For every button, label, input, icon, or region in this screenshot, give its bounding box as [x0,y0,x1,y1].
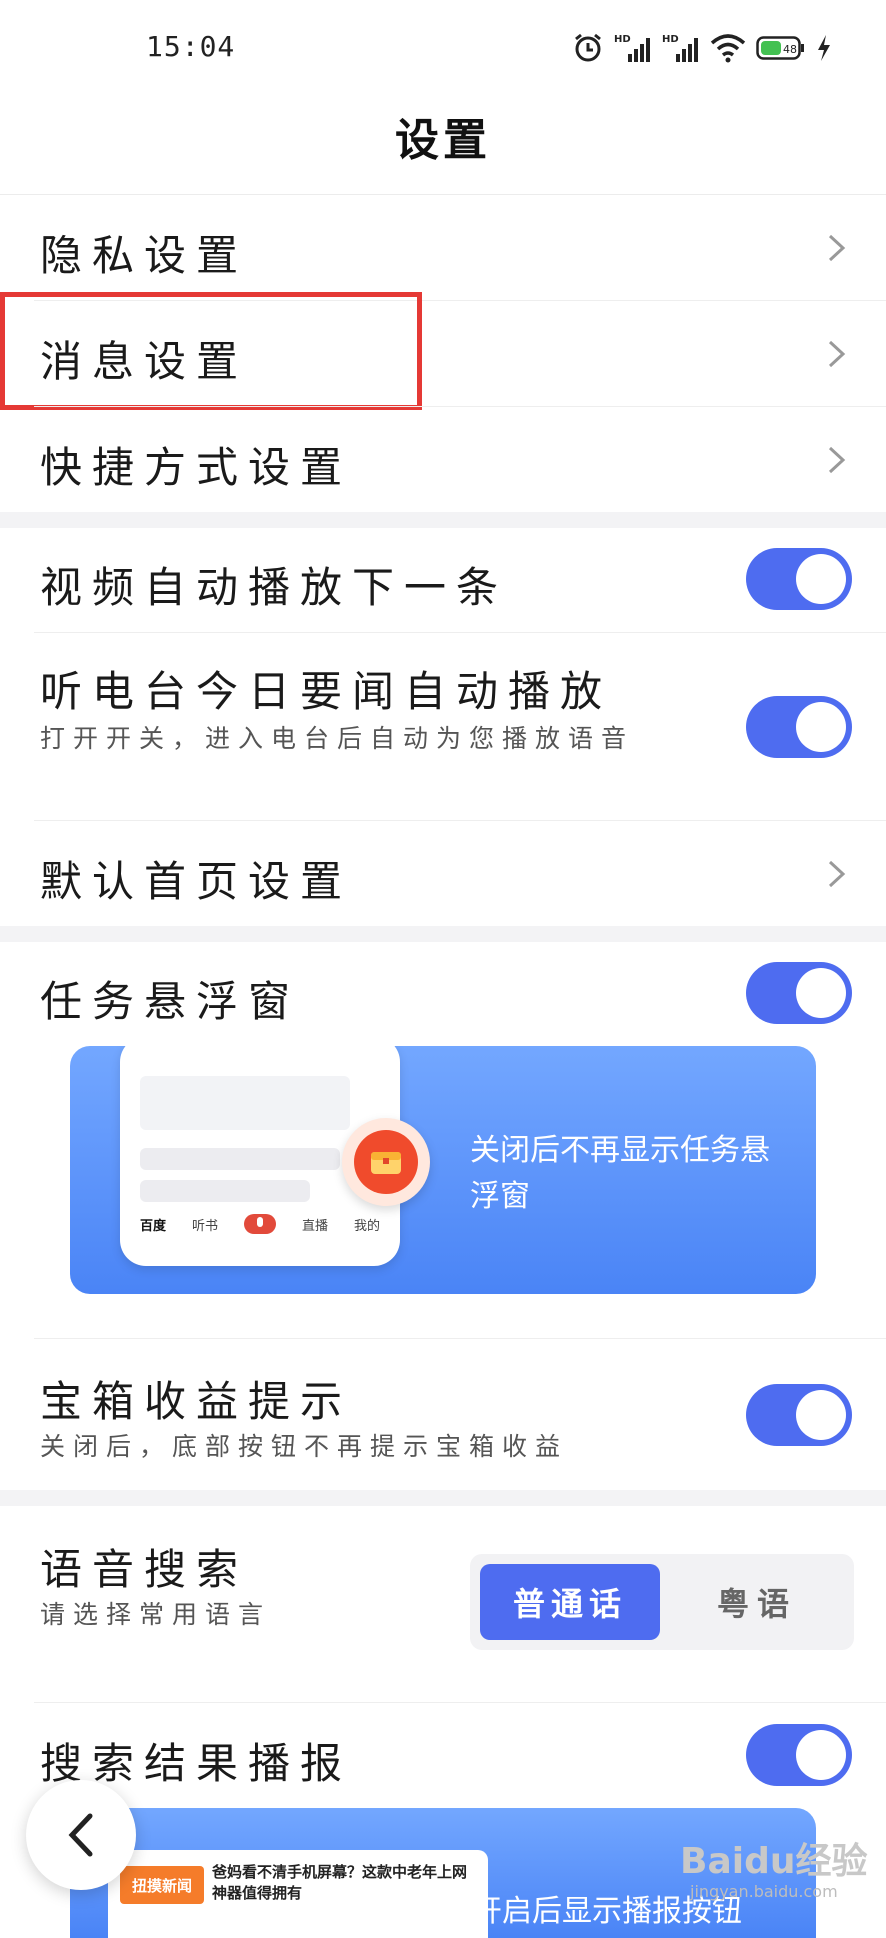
language-option-cantonese[interactable]: 粤语 [670,1564,844,1640]
news-card: 扭摸新闻 爸妈看不清手机屏幕？这款中老年上网神器值得拥有 [108,1850,488,1938]
chest-tip-toggle[interactable] [746,1384,852,1446]
section-gap [0,926,886,942]
shortcut-settings-label: 快捷方式设置 [40,443,353,492]
radio-autoplay-toggle[interactable] [746,696,852,758]
mockup-card [140,1076,350,1130]
voice-search-subtitle: 请选择常用语言 [40,1600,272,1629]
divider [34,406,886,407]
baidu-watermark-logo: Baidu经验 [680,1841,868,1882]
svg-text:HD: HD [614,34,631,45]
chevron-left-icon [68,1813,93,1857]
mockup-tab: 我的 [353,1218,380,1234]
chest-tip-subtitle: 关闭后，底部按钮不再提示宝箱收益 [40,1432,569,1461]
highlight-box [0,292,422,410]
divider [34,632,886,633]
chevron-right-icon [828,446,846,474]
task-float-toggle[interactable] [746,962,852,1024]
divider [34,1702,886,1703]
privacy-settings-row[interactable]: 隐私设置 [0,196,886,300]
chevron-right-icon [828,860,846,888]
voice-search-label: 语音搜索 [40,1545,249,1594]
language-option-mandarin[interactable]: 普通话 [480,1564,660,1640]
default-home-label: 默认首页设置 [40,857,353,906]
divider [34,820,886,821]
wifi-icon [710,34,746,63]
search-broadcast-row: 搜索结果播报 [0,1704,886,1808]
back-button[interactable] [26,1780,136,1890]
hd-signal-icon: HD [662,34,698,62]
mockup-tabbar: 百度 听书 直播 我的 [140,1214,380,1234]
mockup-tab: 听书 [192,1218,219,1234]
task-float-banner: 百度 听书 直播 我的 关闭后不再显示任务悬浮窗 [70,1046,816,1294]
chest-tip-row: 宝箱收益提示 关闭后，底部按钮不再提示宝箱收益 [0,1340,886,1490]
task-float-banner-text: 关闭后不再显示任务悬浮窗 [470,1133,770,1214]
news-tag: 扭摸新闻 [120,1866,204,1904]
section-gap [0,512,886,528]
alarm-icon [575,33,601,62]
status-time: 15:04 [146,30,236,63]
mockup-bar [140,1180,310,1202]
battery-icon: 48 [756,36,804,60]
task-float-row: 任务悬浮窗 [0,942,886,1046]
default-home-row[interactable]: 默认首页设置 [0,822,886,926]
charging-icon [818,35,830,61]
shortcut-settings-row[interactable]: 快捷方式设置 [0,408,886,512]
page-title: 设置 [395,115,491,166]
mockup-bar [140,1148,340,1170]
treasure-float-icon [342,1118,430,1206]
svg-text:48: 48 [783,43,797,56]
status-icons: HD HD 48 [572,28,832,68]
baidu-watermark-url: jingyan.baidu.com [690,1882,838,1901]
privacy-settings-label: 隐私设置 [40,231,249,280]
header-divider [0,194,886,195]
language-segmented-control: 普通话 粤语 [470,1554,854,1650]
search-broadcast-toggle[interactable] [746,1724,852,1786]
chevron-right-icon [828,340,846,368]
radio-autoplay-row: 听电台今日要闻自动播放 打开开关，进入电台后自动为您播放语音 [0,634,886,820]
hd-signal-icon: HD [614,34,650,62]
mockup-tab: 直播 [301,1218,328,1234]
divider [34,1338,886,1339]
chevron-right-icon [828,234,846,262]
mic-icon [244,1214,276,1234]
task-float-label: 任务悬浮窗 [40,977,301,1026]
news-title: 爸妈看不清手机屏幕？这款中老年上网神器值得拥有 [212,1863,468,1902]
video-autoplay-row: 视频自动播放下一条 [0,528,886,632]
svg-text:HD: HD [662,34,679,45]
chest-tip-label: 宝箱收益提示 [40,1377,353,1426]
video-autoplay-toggle[interactable] [746,548,852,610]
radio-autoplay-label: 听电台今日要闻自动播放 [40,667,613,716]
section-gap [0,1490,886,1506]
mockup-tab: 百度 [140,1218,167,1234]
radio-autoplay-subtitle: 打开开关，进入电台后自动为您播放语音 [40,724,635,753]
video-autoplay-label: 视频自动播放下一条 [40,563,509,612]
